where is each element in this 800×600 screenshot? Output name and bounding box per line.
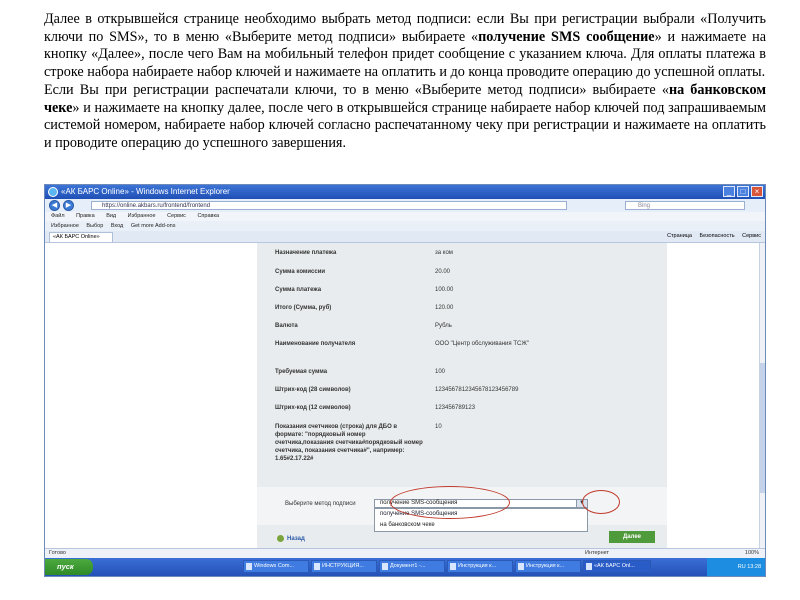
instruction-text: Далее в открывшейся странице необходимо … xyxy=(44,11,766,153)
taskbar-item[interactable]: Windows Com... xyxy=(243,560,309,573)
tab-akbars[interactable]: «АК БАРС Online» xyxy=(49,232,113,242)
forward-arrow-icon[interactable]: ▶ xyxy=(63,200,74,211)
menu-file[interactable]: Файл xyxy=(51,213,65,219)
instruction-paragraph-2: Если Вы при регистрации распечатали ключ… xyxy=(44,81,766,151)
command-bar: Страница Безопасность Сервис xyxy=(661,231,761,242)
document-icon xyxy=(314,563,320,570)
favorites-link-1[interactable]: Выбор xyxy=(86,223,103,229)
menu-favorites[interactable]: Избранное xyxy=(128,213,156,219)
status-text: Готово xyxy=(49,550,66,556)
maximize-icon[interactable]: □ xyxy=(737,186,749,197)
close-icon[interactable]: × xyxy=(751,186,763,197)
zoom-level[interactable]: 100% xyxy=(745,549,759,558)
command-safety[interactable]: Безопасность xyxy=(700,233,735,239)
taskbar-item[interactable]: Инструкция к... xyxy=(447,560,513,573)
internet-zone: Интернет xyxy=(585,550,609,556)
back-link[interactable]: Назад xyxy=(277,535,305,542)
minimize-icon[interactable]: _ xyxy=(723,186,735,197)
vertical-scrollbar[interactable] xyxy=(759,243,765,548)
menu-edit[interactable]: Правка xyxy=(76,213,95,219)
option-bank-receipt[interactable]: на банковском чеке xyxy=(375,520,587,531)
window-title: «АК БАРС Online» - Windows Internet Expl… xyxy=(61,187,230,196)
favorites-link-3[interactable]: Get more Add-ons xyxy=(131,223,176,229)
taskbar-item[interactable]: Документ1 -... xyxy=(379,560,445,573)
taskbar-item[interactable]: ИНСТРУКЦИЯ... xyxy=(311,560,377,573)
command-tools[interactable]: Сервис xyxy=(742,233,761,239)
scroll-thumb[interactable] xyxy=(760,363,765,493)
ie-icon xyxy=(586,563,592,570)
taskbar-item[interactable]: Инструкция к... xyxy=(515,560,581,573)
status-bar: Готово Интернет 100% xyxy=(45,548,765,558)
back-arrow-icon[interactable]: ◀ xyxy=(49,200,60,211)
taskbar-item-active[interactable]: «АК БАРС Onl... xyxy=(583,560,651,573)
highlight-ellipse-arrow xyxy=(582,490,620,514)
menu-view[interactable]: Вид xyxy=(106,213,116,219)
ie-icon xyxy=(48,187,58,197)
address-row: ◀ ▶ https://online.akbars.ru/frontend/fr… xyxy=(45,199,765,212)
command-page[interactable]: Страница xyxy=(667,233,692,239)
next-button[interactable]: Далее xyxy=(609,531,655,543)
menu-help[interactable]: Справка xyxy=(197,213,219,219)
favorites-button[interactable]: Избранное xyxy=(51,223,79,229)
document-icon xyxy=(518,563,524,570)
language-indicator[interactable]: RU xyxy=(738,564,746,570)
document-icon xyxy=(450,563,456,570)
taskbar: пуск Windows Com... ИНСТРУКЦИЯ... Докуме… xyxy=(45,558,765,576)
tab-row: «АК БАРС Online» Страница Безопасность С… xyxy=(45,231,765,243)
title-bar: «АК БАРС Online» - Windows Internet Expl… xyxy=(45,185,765,199)
document-icon xyxy=(382,563,388,570)
start-button[interactable]: пуск xyxy=(45,559,93,575)
menu-tools[interactable]: Сервис xyxy=(167,213,186,219)
address-bar[interactable]: https://online.akbars.ru/frontend/fronte… xyxy=(91,201,567,210)
window-icon xyxy=(246,563,252,570)
system-tray: RU 13:28 xyxy=(707,558,765,576)
clock: 13:28 xyxy=(747,564,761,570)
search-input[interactable]: Bing xyxy=(625,201,745,210)
favorites-bar: Избранное Выбор Вход Get more Add-ons xyxy=(45,221,765,231)
browser-window: «АК БАРС Online» - Windows Internet Expl… xyxy=(44,184,766,577)
menu-bar: Файл Правка Вид Избранное Сервис Справка xyxy=(45,212,765,221)
favorites-link-2[interactable]: Вход xyxy=(111,223,123,229)
highlight-ellipse-select xyxy=(390,486,510,519)
sign-method-label: Выберите метод подписи xyxy=(285,501,356,507)
instruction-paragraph-1: Далее в открывшейся странице необходимо … xyxy=(44,11,767,81)
back-icon xyxy=(277,535,284,542)
